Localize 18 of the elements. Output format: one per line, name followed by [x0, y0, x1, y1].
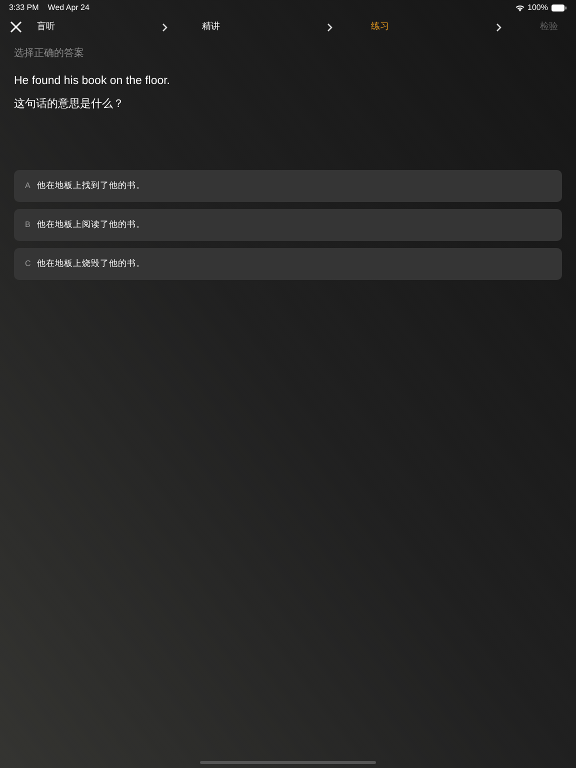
- instruction-text: 选择正确的答案: [14, 46, 85, 61]
- chevron-right-icon: [327, 22, 333, 32]
- step-tab[interactable]: 精讲: [202, 20, 220, 34]
- status-date: Wed Apr 24: [48, 2, 90, 14]
- battery-icon: [551, 4, 567, 12]
- battery-percent: 100%: [528, 2, 548, 14]
- status-time: 3:33 PM: [9, 2, 39, 14]
- question-text: 这句话的意思是什么？: [14, 96, 125, 112]
- answer-option[interactable]: B 他在地板上阅读了他的书。: [14, 208, 562, 241]
- chevron-right-icon: [496, 22, 502, 32]
- chevron-right-icon: [162, 22, 168, 32]
- answer-option[interactable]: C 他在地板上烧毁了他的书。: [14, 248, 562, 280]
- step-tab[interactable]: 练习: [371, 20, 389, 34]
- step-tab[interactable]: 盲听: [37, 20, 55, 34]
- sentence-text: He found his book on the floor.: [14, 74, 171, 89]
- wifi-icon: [514, 4, 525, 12]
- answer-option[interactable]: A 他在地板上找到了他的书。: [14, 170, 562, 202]
- close-icon[interactable]: [10, 21, 22, 33]
